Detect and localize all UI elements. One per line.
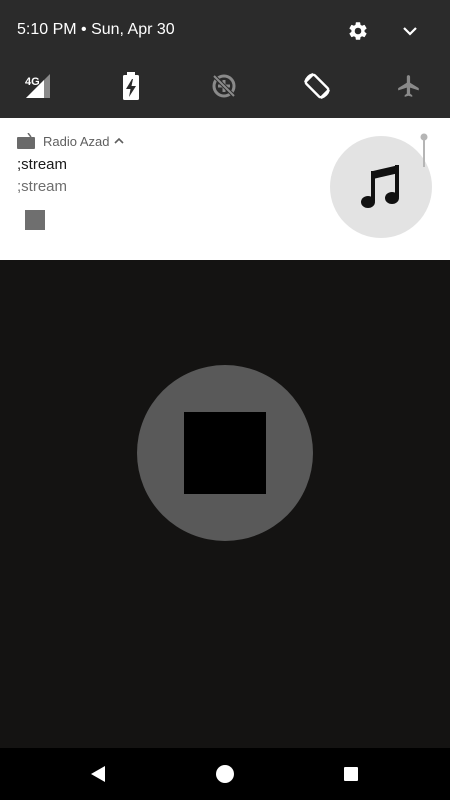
back-triangle-icon — [91, 766, 105, 782]
media-notification[interactable]: Radio Azad ;stream ;stream — [0, 118, 450, 260]
notification-header[interactable]: Radio Azad — [17, 130, 124, 152]
notification-stop-button[interactable] — [25, 210, 45, 230]
recents-button[interactable] — [337, 760, 365, 788]
auto-rotate-icon — [304, 73, 330, 99]
settings-gear-icon[interactable] — [344, 17, 372, 45]
battery-tile[interactable] — [109, 66, 153, 106]
music-note-icon — [361, 165, 399, 208]
notification-text: ;stream — [17, 178, 68, 195]
data-saver-tile[interactable] — [202, 66, 246, 106]
home-circle-icon — [216, 765, 234, 783]
signal-4g-label: 4G — [25, 76, 40, 88]
album-art — [330, 136, 432, 238]
home-button[interactable] — [211, 760, 239, 788]
notification-title: ;stream — [17, 156, 68, 173]
signal-4g-icon: 4G — [25, 74, 50, 98]
chevron-up-icon[interactable] — [113, 137, 124, 145]
data-saver-icon — [212, 74, 236, 98]
status-datetime: 5:10 PM • Sun, Apr 30 — [17, 21, 175, 38]
battery-charging-icon — [123, 72, 139, 100]
screen: 5:10 PM • Sun, Apr 30 4G Radio Azad ;str… — [0, 0, 450, 800]
radio-app-icon — [17, 133, 35, 149]
navigation-bar — [0, 748, 450, 800]
chevron-down-icon[interactable] — [397, 18, 423, 44]
recents-square-icon — [344, 767, 358, 781]
quick-settings-row: 4G — [0, 66, 450, 106]
airplane-mode-icon — [398, 75, 419, 97]
stop-button[interactable] — [137, 365, 313, 541]
back-button[interactable] — [84, 760, 112, 788]
auto-rotate-tile[interactable] — [295, 66, 339, 106]
stop-icon — [184, 412, 266, 494]
signal-4g-tile[interactable]: 4G — [14, 66, 58, 106]
airplane-mode-tile[interactable] — [387, 66, 431, 106]
notification-scroll-handle — [420, 133, 428, 167]
notification-app-name: Radio Azad — [43, 133, 110, 149]
quick-settings-shade: 5:10 PM • Sun, Apr 30 4G — [0, 0, 450, 118]
